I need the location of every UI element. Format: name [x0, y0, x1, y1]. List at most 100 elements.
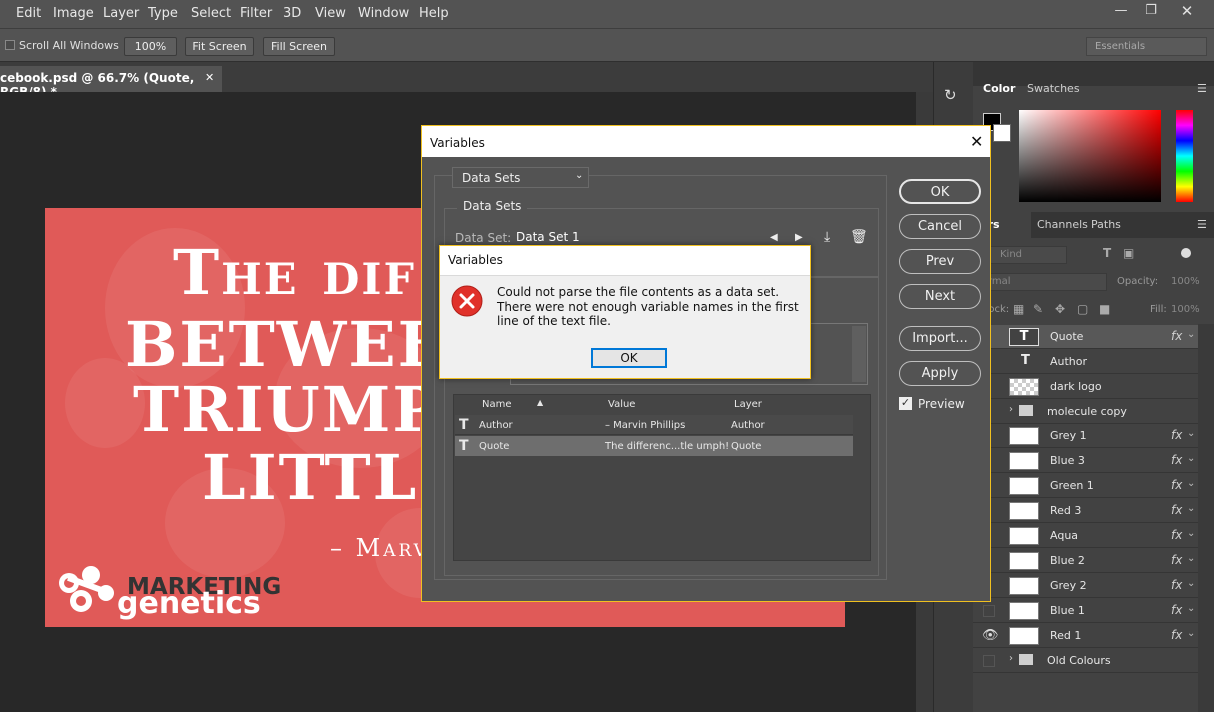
blend-mode-select[interactable]: rmal [983, 273, 1107, 291]
chevron-down-icon[interactable]: ⌄ [1187, 329, 1195, 340]
view-dropdown[interactable]: Data Sets ⌄ [452, 167, 589, 188]
layer-row[interactable]: Grey 1 fx ⌄ [973, 424, 1198, 448]
close-icon[interactable]: ✕ [1176, 3, 1198, 19]
chevron-down-icon[interactable]: ⌄ [1187, 553, 1195, 564]
next-button[interactable]: Next [899, 284, 981, 309]
hue-slider[interactable] [1176, 110, 1193, 202]
layer-row[interactable]: Blue 2 fx ⌄ [973, 549, 1198, 573]
fit-screen-button[interactable]: Fit Screen [185, 37, 254, 56]
history-icon[interactable]: ↻ [944, 86, 964, 108]
tab-color[interactable]: Color [983, 82, 1015, 95]
next-dataset-icon[interactable]: ▶ [795, 232, 803, 243]
menu-layer[interactable]: Layer [103, 6, 139, 21]
color-field[interactable] [1019, 110, 1161, 202]
layers-scrollbar[interactable] [1198, 324, 1214, 712]
layer-row[interactable]: Blue 3 fx ⌄ [973, 449, 1198, 473]
menu-select[interactable]: Select [191, 6, 231, 21]
prev-button[interactable]: Prev [899, 249, 981, 274]
visibility-toggle[interactable] [983, 605, 995, 617]
fx-icon[interactable]: fx [1171, 428, 1182, 442]
chevron-down-icon[interactable]: ⌄ [1187, 478, 1195, 489]
layer-row[interactable]: T Quote fx ⌄ [973, 325, 1198, 349]
layer-row[interactable]: 👁 Red 1 fx ⌄ [973, 624, 1198, 648]
layer-row[interactable]: Green 1 fx ⌄ [973, 474, 1198, 498]
textarea-scrollbar[interactable] [852, 326, 866, 382]
prev-dataset-icon[interactable]: ◀ [770, 232, 778, 243]
col-header-layer[interactable]: Layer [734, 399, 762, 410]
zoom-100-button[interactable]: 100% [124, 37, 177, 56]
chevron-down-icon[interactable]: ⌄ [1187, 603, 1195, 614]
chevron-down-icon[interactable]: ⌄ [1187, 578, 1195, 589]
table-row[interactable]: T Quote The differenc...tle umph! Quote [455, 436, 853, 456]
layer-row[interactable]: dark logo [973, 375, 1198, 399]
dialog-close-icon[interactable]: ✕ [970, 132, 983, 151]
fx-icon[interactable]: fx [1171, 329, 1182, 343]
menu-type[interactable]: Type [148, 6, 178, 21]
fx-icon[interactable]: fx [1171, 503, 1182, 517]
type-filter-icon[interactable]: T [1103, 246, 1111, 260]
fx-icon[interactable]: fx [1171, 553, 1182, 567]
layer-row[interactable]: › molecule copy [973, 400, 1198, 424]
chevron-down-icon[interactable]: ⌄ [1187, 503, 1195, 514]
menu-view[interactable]: View [315, 6, 346, 21]
scroll-all-checkbox[interactable] [5, 40, 15, 50]
workspace-select[interactable]: Essentials [1086, 37, 1207, 56]
chevron-right-icon[interactable]: › [1009, 404, 1013, 415]
fx-icon[interactable]: fx [1171, 478, 1182, 492]
chevron-down-icon[interactable]: ⌄ [1187, 528, 1195, 539]
menu-edit[interactable]: Edit [16, 6, 41, 21]
table-row[interactable]: T Author – Marvin Phillips Author [455, 415, 853, 435]
chevron-down-icon[interactable]: ⌄ [1187, 628, 1195, 639]
lock-position-icon[interactable]: ✥ [1055, 302, 1065, 316]
trash-icon[interactable]: 🗑 [850, 229, 868, 245]
cancel-button[interactable]: Cancel [899, 214, 981, 239]
restore-icon[interactable]: ❐ [1140, 3, 1162, 19]
chevron-down-icon[interactable]: ⌄ [1187, 428, 1195, 439]
layer-row[interactable]: T Author [973, 350, 1198, 374]
fx-icon[interactable]: fx [1171, 453, 1182, 467]
lock-pixels-icon[interactable]: ▦ [1013, 302, 1024, 316]
apply-button[interactable]: Apply [899, 361, 981, 386]
fx-icon[interactable]: fx [1171, 578, 1182, 592]
minimize-icon[interactable]: — [1110, 3, 1132, 19]
preview-checkbox[interactable]: ✓ [899, 397, 912, 410]
layer-row[interactable]: › Old Colours [973, 649, 1198, 673]
eye-icon[interactable]: 👁 [982, 628, 999, 643]
tab-paths[interactable]: Paths [1091, 218, 1121, 231]
opacity-value[interactable]: 100% [1171, 276, 1200, 287]
document-tab[interactable]: cebook.psd @ 66.7% (Quote, RGB/8) * ✕ [0, 66, 222, 99]
fx-icon[interactable]: fx [1171, 603, 1182, 617]
chevron-right-icon[interactable]: › [1009, 653, 1013, 664]
ok-button[interactable]: OK [899, 179, 981, 204]
layer-row[interactable]: Grey 2 fx ⌄ [973, 574, 1198, 598]
shape-filter-icon[interactable]: ▣ [1123, 246, 1134, 260]
menu-3d[interactable]: 3D [283, 6, 301, 21]
menu-image[interactable]: Image [53, 6, 94, 21]
tab-swatches[interactable]: Swatches [1027, 82, 1080, 95]
filter-toggle-icon[interactable] [1181, 248, 1191, 258]
layer-row[interactable]: Aqua fx ⌄ [973, 524, 1198, 548]
kind-filter[interactable]: Kind [987, 246, 1067, 264]
lock-brush-icon[interactable]: ✎ [1033, 302, 1043, 316]
fill-value[interactable]: 100% [1171, 304, 1200, 315]
lock-all-icon[interactable]: ■ [1099, 302, 1110, 316]
layers-menu-icon[interactable]: ☰ [1197, 218, 1207, 231]
fill-screen-button[interactable]: Fill Screen [263, 37, 335, 56]
background-color[interactable] [993, 124, 1011, 142]
visibility-toggle[interactable] [983, 655, 995, 667]
import-button[interactable]: Import... [899, 326, 981, 351]
fx-icon[interactable]: fx [1171, 528, 1182, 542]
layer-row[interactable]: Blue 1 fx ⌄ [973, 599, 1198, 623]
lock-artboard-icon[interactable]: ▢ [1077, 302, 1088, 316]
layer-row[interactable]: Red 3 fx ⌄ [973, 499, 1198, 523]
tab-channels[interactable]: Channels [1037, 218, 1088, 231]
panel-menu-icon[interactable]: ☰ [1197, 82, 1207, 95]
tab-close-icon[interactable]: ✕ [205, 71, 214, 84]
chevron-down-icon[interactable]: ⌄ [1187, 453, 1195, 464]
menu-help[interactable]: Help [419, 6, 449, 21]
col-header-name[interactable]: Name [482, 399, 512, 410]
save-dataset-icon[interactable]: ⤓ [824, 229, 830, 245]
col-header-value[interactable]: Value [608, 399, 635, 410]
error-ok-button[interactable]: OK [591, 348, 667, 368]
menu-filter[interactable]: Filter [240, 6, 272, 21]
